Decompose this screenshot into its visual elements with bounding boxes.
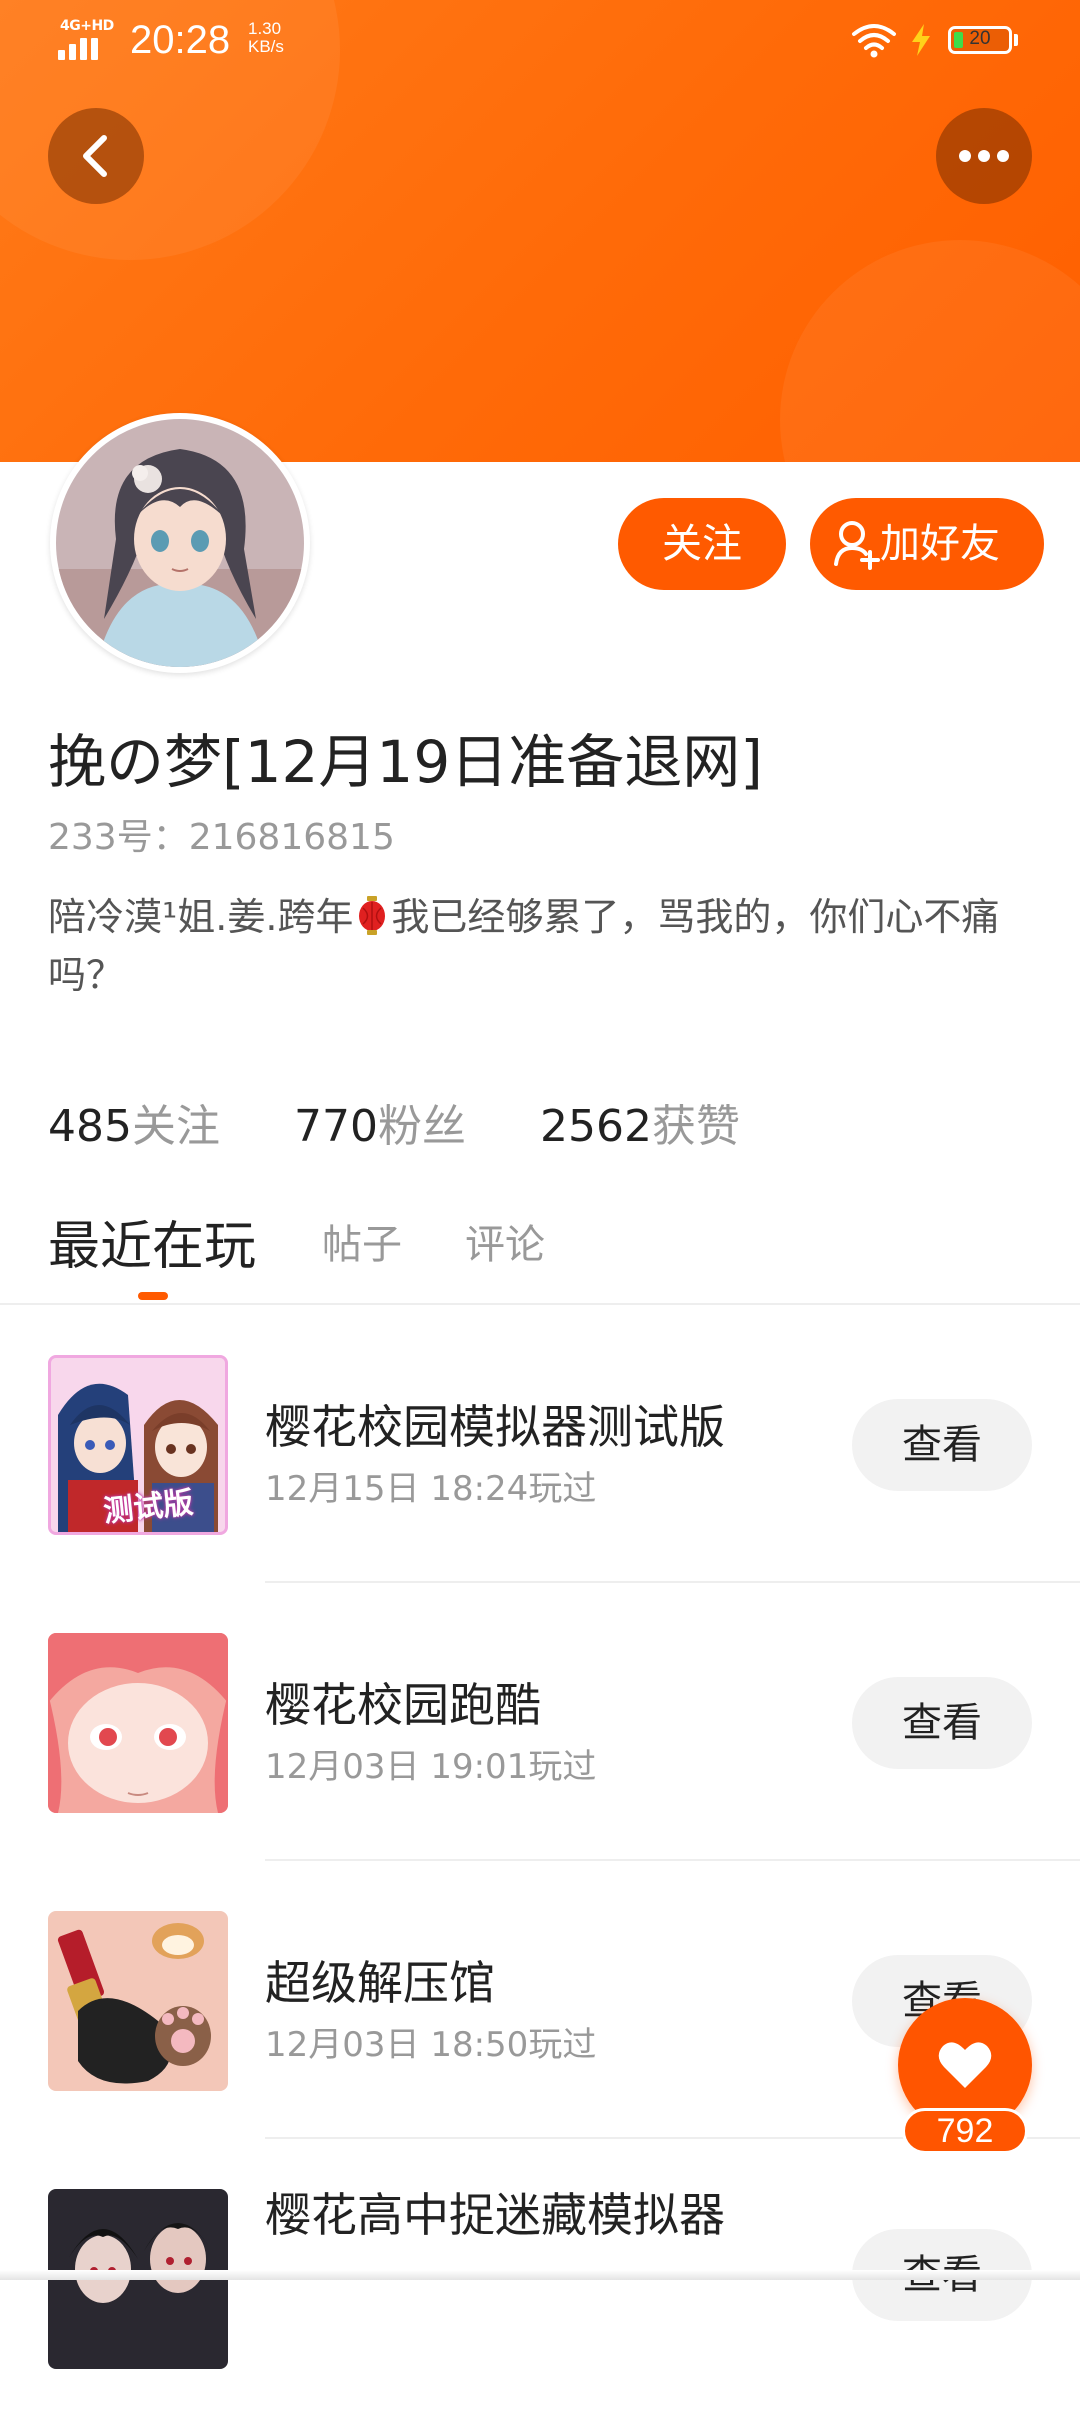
game-title: 樱花高中捉迷藏模拟器 <box>265 2188 725 2242</box>
like-count-badge: 792 <box>902 2108 1028 2154</box>
stat-following[interactable]: 485关注 <box>48 1090 220 1154</box>
stat-value: 485 <box>48 1101 132 1152</box>
red-lantern-icon <box>359 896 386 935</box>
back-button[interactable] <box>48 108 144 204</box>
heart-icon <box>938 2042 992 2088</box>
game-icon <box>48 1633 228 1813</box>
status-bar: 4G+HD 20:28 1.30 KB/s 20 <box>0 0 1080 80</box>
view-button[interactable]: 查看 <box>852 1677 1032 1769</box>
signal-icon: 4G+HD <box>58 18 114 60</box>
stat-fans[interactable]: 770粉丝 <box>294 1090 466 1154</box>
game-icon <box>48 1911 228 2091</box>
game-played-time: 12月03日 19:01玩过 <box>265 1747 597 1787</box>
add-friend-button[interactable]: 加好友 <box>810 498 1044 590</box>
list-item[interactable]: 樱花校园跑酷 12月03日 19:01玩过 查看 <box>0 1583 1080 1861</box>
charging-icon <box>912 24 930 56</box>
battery-icon: 20 <box>948 26 1012 54</box>
more-options-button[interactable] <box>936 108 1032 204</box>
speed-value: 1.30 <box>248 19 282 38</box>
avatar[interactable] <box>50 413 310 673</box>
user-id: 233号：216816815 <box>48 817 395 858</box>
network-speed: 1.30 KB/s <box>248 20 284 56</box>
wifi-icon <box>852 24 896 58</box>
list-item[interactable]: 测试版 樱花校园模拟器测试版 12月15日 18:24玩过 查看 <box>0 1305 1080 1583</box>
game-icon: 测试版 <box>48 1355 228 1535</box>
stat-value: 770 <box>293 1101 378 1152</box>
profile-header: 4G+HD 20:28 1.30 KB/s 20 <box>0 0 1080 462</box>
add-user-icon <box>834 521 880 570</box>
stat-label: 关注 <box>131 1101 220 1152</box>
status-time: 20:28 <box>130 18 231 62</box>
header-decoration <box>780 240 1080 462</box>
speed-unit: KB/s <box>248 37 284 56</box>
battery-level: 20 <box>969 28 991 49</box>
tab-recently-played[interactable]: 最近在玩 <box>48 1204 256 1279</box>
game-title: 超级解压馆 <box>265 1956 495 2010</box>
tab-comments[interactable]: 评论 <box>465 1212 545 1270</box>
game-title: 樱花校园跑酷 <box>265 1678 541 1732</box>
add-friend-label: 加好友 <box>880 521 1000 567</box>
tab-indicator <box>138 1292 168 1300</box>
more-dots-icon <box>959 150 1009 162</box>
game-title: 樱花校园模拟器测试版 <box>265 1400 725 1454</box>
game-badge: 测试版 <box>101 1485 195 1530</box>
game-played-time: 12月15日 18:24玩过 <box>265 1469 597 1509</box>
view-button[interactable]: 查看 <box>852 1399 1032 1491</box>
stat-likes: 2562获赞 <box>540 1090 740 1154</box>
battery-tip <box>1014 34 1018 46</box>
network-type: 4G+HD <box>60 18 114 34</box>
chevron-left-icon <box>83 135 107 177</box>
stat-value: 2562 <box>539 1101 652 1152</box>
follow-button[interactable]: 关注 <box>618 498 786 590</box>
username: 挽の梦[12月19日准备退网] <box>48 728 763 796</box>
stat-label: 获赞 <box>651 1101 740 1152</box>
bio-text-1: 陪冷漠¹姐.姜.跨年 <box>48 895 354 939</box>
stats-row: 485关注 770粉丝 2562获赞 <box>48 1090 800 1154</box>
profile-tabs: 最近在玩 帖子 评论 <box>0 1200 1080 1304</box>
tab-posts[interactable]: 帖子 <box>322 1212 402 1270</box>
bottom-edge <box>0 2270 1080 2280</box>
avatar-image <box>56 419 304 667</box>
game-played-time: 12月03日 18:50玩过 <box>265 2025 597 2065</box>
stat-label: 粉丝 <box>377 1101 466 1152</box>
bio: 陪冷漠¹姐.姜.跨年 我已经够累了，骂我的，你们心不痛吗？ <box>48 888 1038 1004</box>
